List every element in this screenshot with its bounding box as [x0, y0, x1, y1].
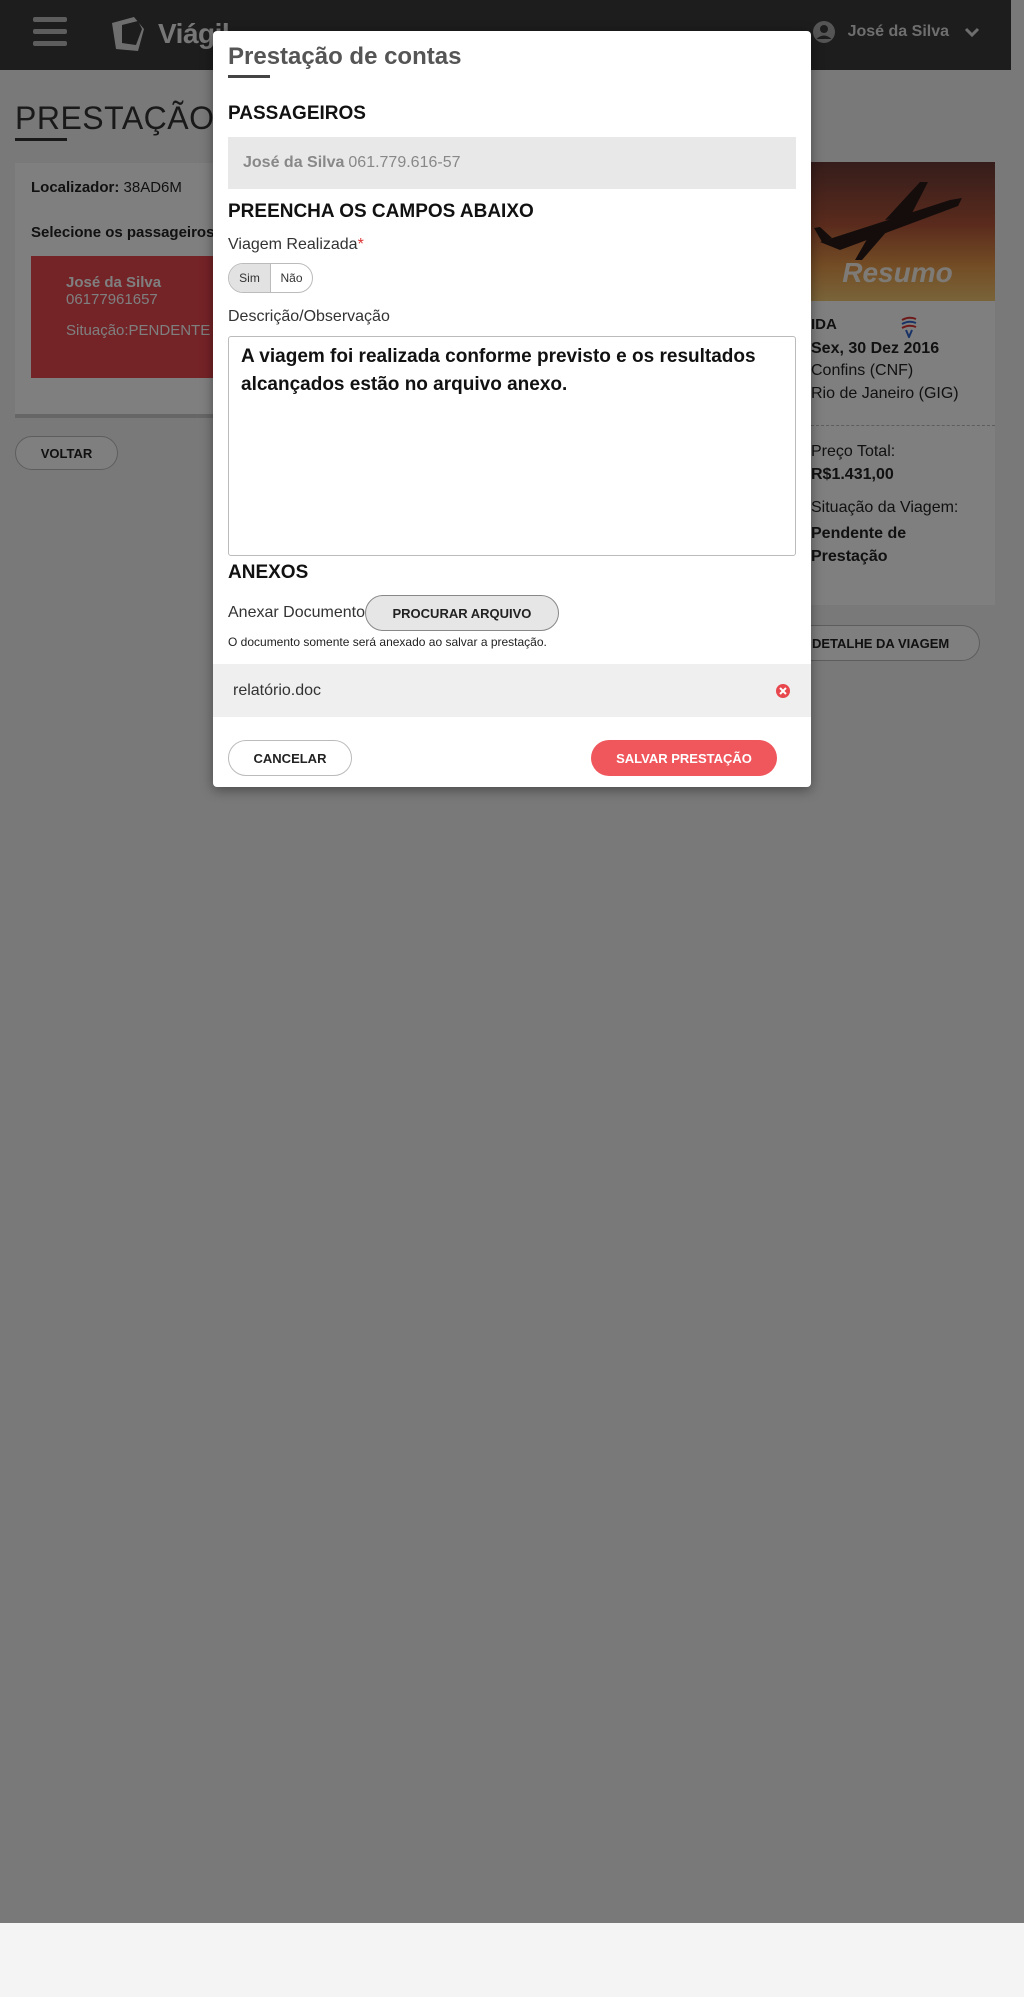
attach-row: Anexar Documento PROCURAR ARQUIVO [228, 595, 559, 631]
description-textarea[interactable]: A viagem foi realizada conforme previsto… [228, 336, 796, 556]
toggle-no[interactable]: Não [271, 264, 312, 292]
page-root: Viágil José da Silva PRESTAÇÃO D Localiz… [0, 0, 1024, 1997]
attach-note: O documento somente será anexado ao salv… [228, 635, 547, 649]
toggle-yes[interactable]: Sim [229, 264, 271, 292]
footer [0, 1923, 1024, 1997]
passengers-heading: PASSAGEIROS [228, 103, 366, 124]
description-label: Descrição/Observação [228, 308, 390, 325]
attachments-heading: ANEXOS [228, 562, 309, 583]
required-mark: * [357, 236, 364, 253]
modal-title: Prestação de contas [228, 43, 462, 70]
accountability-modal: Prestação de contas PASSAGEIROS José da … [213, 31, 811, 787]
attach-label: Anexar Documento [228, 604, 365, 621]
remove-file-icon[interactable] [775, 683, 791, 699]
attached-file-row: relatório.doc [213, 664, 811, 717]
cancel-button[interactable]: CANCELAR [228, 740, 352, 776]
attached-file-name: relatório.doc [233, 681, 322, 699]
save-button[interactable]: SALVAR PRESTAÇÃO [591, 740, 777, 776]
modal-passenger-row: José da Silva 061.779.616-57 [228, 137, 796, 189]
modal-title-underline [228, 75, 270, 78]
modal-passenger-name: José da Silva [243, 154, 345, 171]
trip-done-label-text: Viagem Realizada [228, 236, 358, 253]
trip-done-label: Viagem Realizada* [228, 236, 364, 254]
modal-passenger-cpf: 061.779.616-57 [348, 154, 461, 171]
trip-done-toggle[interactable]: Sim Não [228, 263, 313, 293]
fill-fields-heading: PREENCHA OS CAMPOS ABAIXO [228, 201, 534, 222]
browse-file-button[interactable]: PROCURAR ARQUIVO [364, 595, 559, 631]
